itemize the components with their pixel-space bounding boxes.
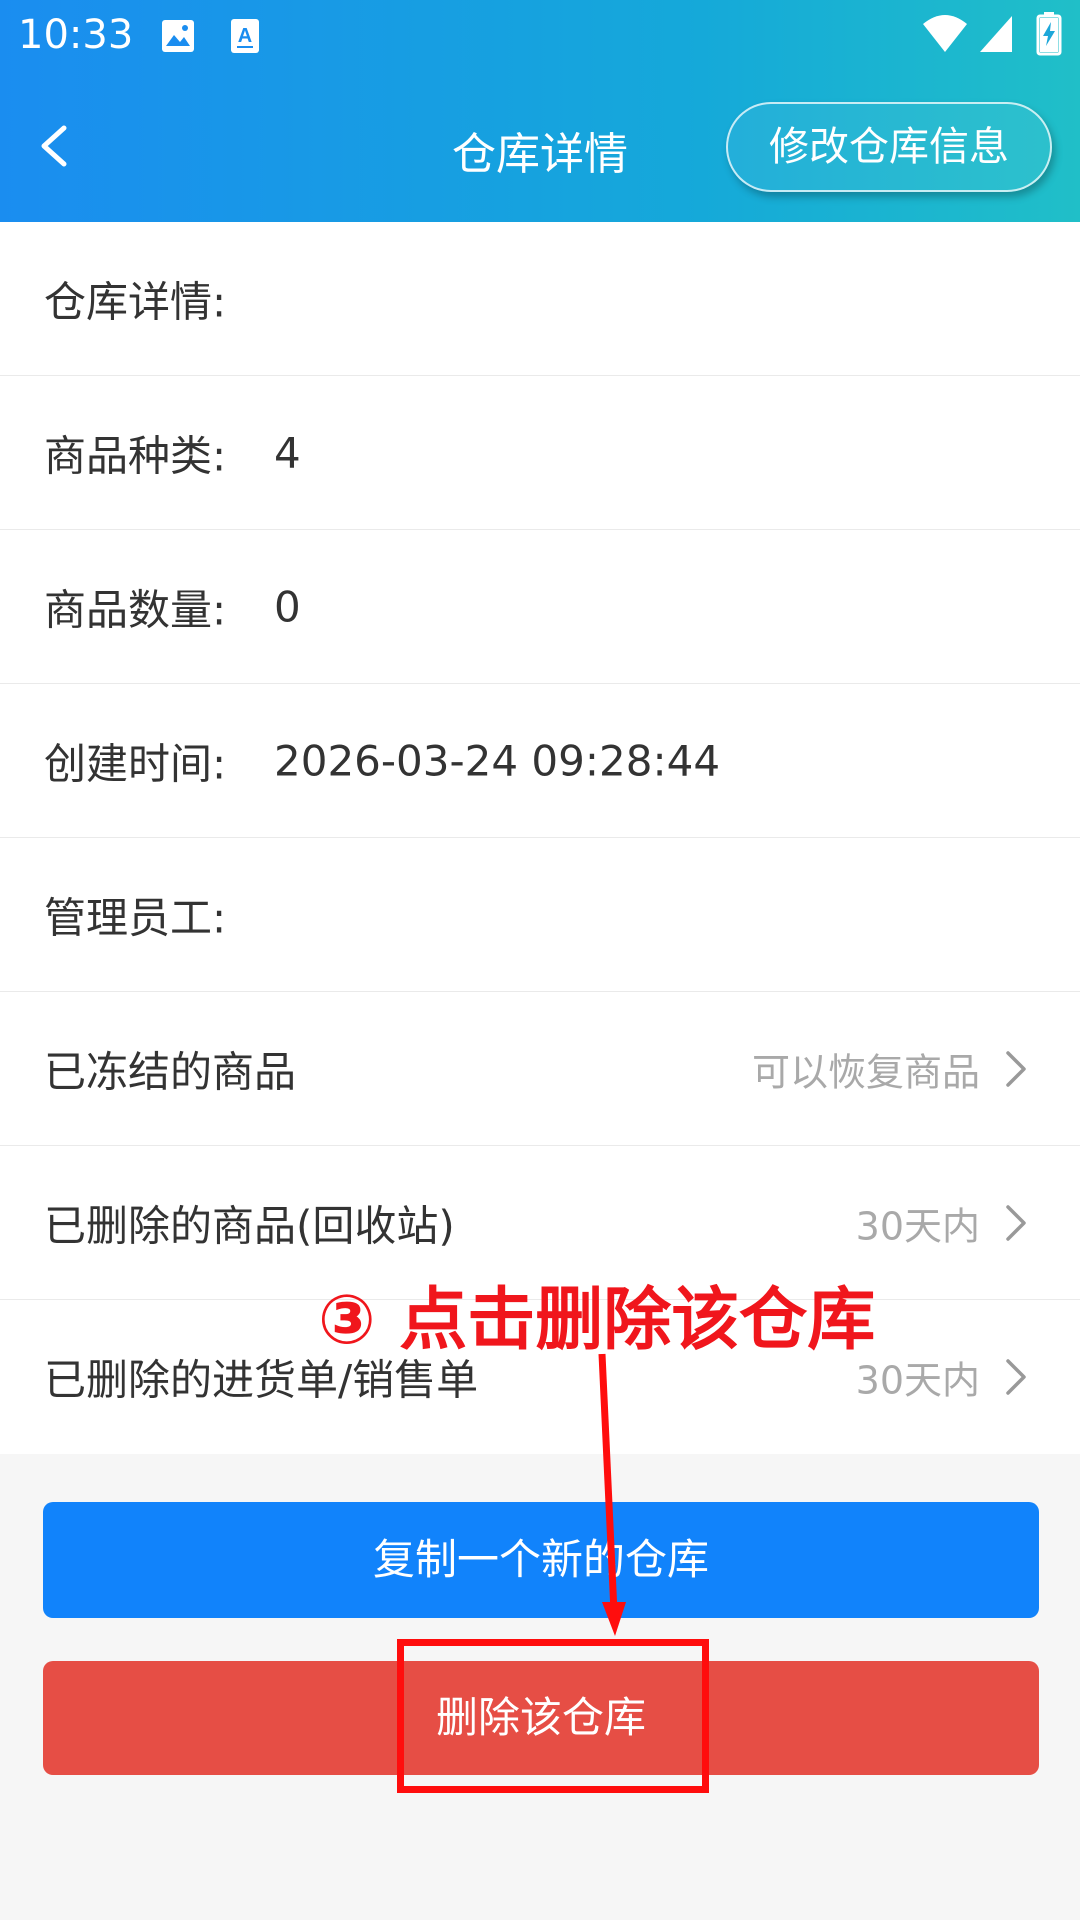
chevron-right-icon — [1006, 1050, 1026, 1087]
frozen-goods-row[interactable]: 已冻结的商品 可以恢复商品 — [0, 992, 1080, 1146]
description-row: 仓库详情: — [0, 222, 1080, 376]
header: 10:33 A 仓库详情 修改仓库信息 — [0, 0, 1080, 222]
created-time-row: 创建时间: 2026-03-24 09:28:44 — [0, 684, 1080, 838]
quantity-row: 商品数量: 0 — [0, 530, 1080, 684]
wifi-icon — [922, 14, 968, 58]
quantity-label: 商品数量: — [44, 585, 227, 634]
svg-text:A: A — [238, 25, 252, 47]
category-value: 4 — [274, 428, 301, 477]
copy-warehouse-button[interactable]: 复制一个新的仓库 — [43, 1502, 1039, 1618]
app-bar: 仓库详情 修改仓库信息 — [0, 72, 1080, 222]
status-time: 10:33 — [18, 12, 134, 58]
chevron-right-icon — [1006, 1359, 1026, 1395]
annotation-arrow-icon — [598, 1353, 626, 1636]
staff-row: 管理员工: — [0, 838, 1080, 992]
category-label: 商品种类: — [44, 431, 227, 480]
quantity-value: 0 — [274, 582, 301, 631]
status-bar: 10:33 A — [0, 0, 1080, 72]
deleted-goods-label: 已删除的商品(回收站) — [44, 1201, 455, 1250]
image-icon — [160, 18, 196, 58]
chevron-right-icon — [1006, 1204, 1026, 1241]
deleted-goods-hint: 30天内 — [855, 1204, 980, 1248]
annotation-text: ③ 点击删除该仓库 — [318, 1281, 876, 1360]
annotation-highlight-box — [397, 1639, 709, 1793]
text-a-icon: A — [230, 18, 260, 58]
edit-warehouse-button[interactable]: 修改仓库信息 — [726, 102, 1052, 192]
signal-icon — [978, 14, 1014, 58]
battery-charging-icon — [1036, 12, 1062, 60]
created-time-label: 创建时间: — [44, 739, 227, 788]
category-row: 商品种类: 4 — [0, 376, 1080, 530]
frozen-goods-hint: 可以恢复商品 — [751, 1050, 980, 1094]
frozen-goods-label: 已冻结的商品 — [44, 1047, 297, 1096]
created-time-value: 2026-03-24 09:28:44 — [274, 736, 721, 785]
staff-label: 管理员工: — [44, 893, 227, 942]
description-label: 仓库详情: — [44, 277, 227, 326]
